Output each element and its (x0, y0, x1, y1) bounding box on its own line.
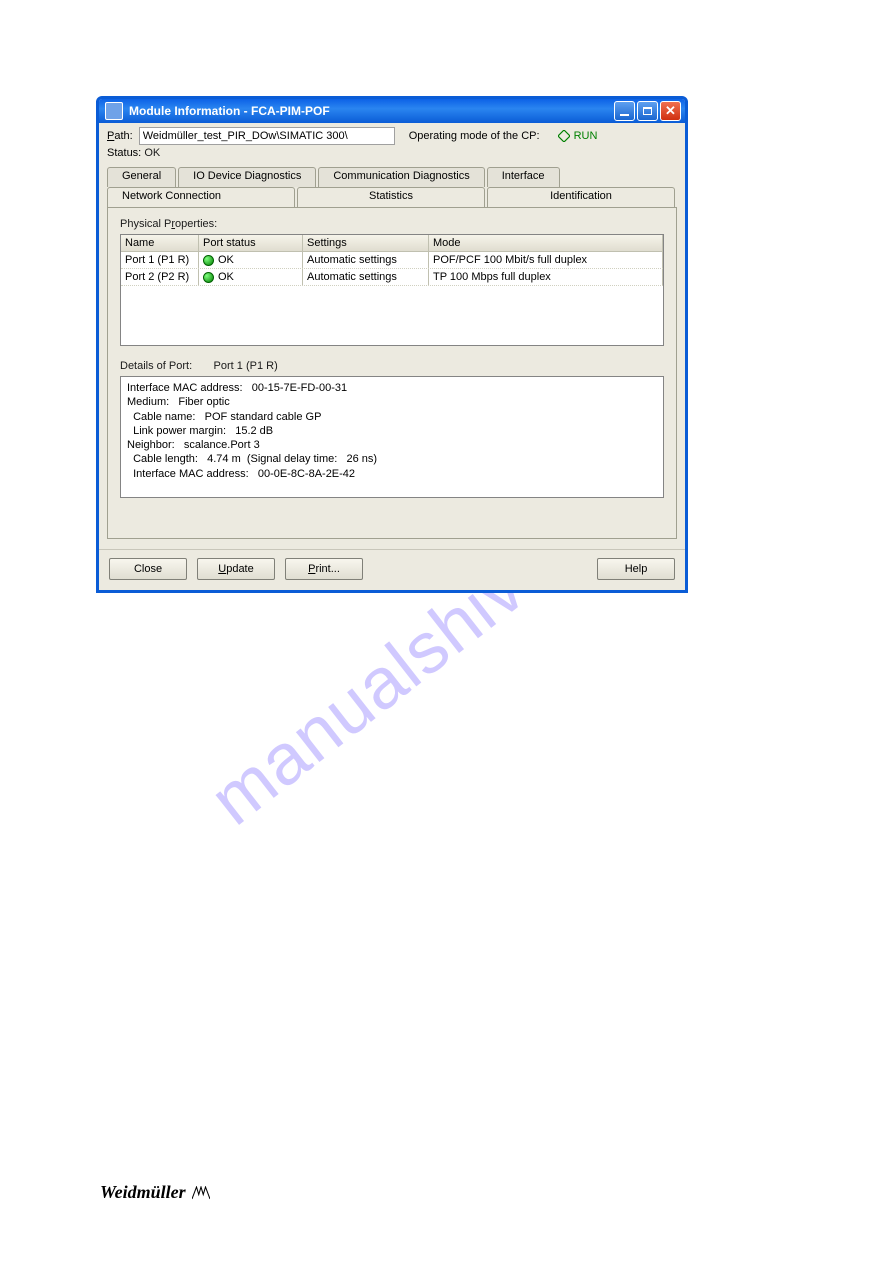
run-icon (558, 130, 570, 142)
cell-status-text: OK (218, 271, 234, 283)
button-bar: Close Update Print... Help (99, 549, 685, 590)
close-window-button[interactable]: ✕ (660, 101, 681, 121)
status-label: Status: (107, 147, 141, 159)
cell-mode: POF/PCF 100 Mbit/s full duplex (429, 252, 663, 268)
maximize-button[interactable] (637, 101, 658, 121)
weidmuller-logo-icon (192, 1186, 210, 1200)
tab-panel-network-connection: Physical Properties: Name Port status Se… (107, 207, 677, 539)
col-header-mode[interactable]: Mode (429, 235, 663, 251)
module-info-window: Module Information - FCA-PIM-POF ✕ Path:… (96, 96, 688, 593)
tab-interface[interactable]: Interface (487, 167, 560, 187)
close-button[interactable]: Close (109, 558, 187, 580)
app-icon (105, 102, 123, 120)
path-input[interactable] (139, 127, 395, 145)
col-header-name[interactable]: Name (121, 235, 199, 251)
cell-name: Port 1 (P1 R) (121, 252, 199, 268)
cell-mode: TP 100 Mbps full duplex (429, 269, 663, 285)
operating-mode-label: Operating mode of the CP: (409, 130, 540, 142)
table-row[interactable]: Port 1 (P1 R) OK Automatic settings POF/… (121, 252, 663, 269)
physical-properties-label: Physical Properties: (120, 218, 664, 230)
footer-brand: Weidmüller (100, 1182, 210, 1203)
cell-status-text: OK (218, 254, 234, 266)
minimize-button[interactable] (614, 101, 635, 121)
run-indicator: RUN (558, 130, 598, 142)
cell-status: OK (199, 252, 303, 268)
tab-network-connection[interactable]: Network Connection (107, 187, 295, 207)
run-text: RUN (574, 130, 598, 142)
table-row[interactable]: Port 2 (P2 R) OK Automatic settings TP 1… (121, 269, 663, 286)
status-ok-icon (203, 255, 214, 266)
col-header-status[interactable]: Port status (199, 235, 303, 251)
tab-statistics[interactable]: Statistics (297, 187, 485, 207)
cell-name: Port 2 (P2 R) (121, 269, 199, 285)
help-button[interactable]: Help (597, 558, 675, 580)
window-title: Module Information - FCA-PIM-POF (129, 104, 614, 118)
status-value: OK (144, 147, 160, 159)
details-of-port-label: Details of Port: Port 1 (P1 R) (120, 360, 664, 372)
print-button[interactable]: Print... (285, 558, 363, 580)
tab-io-device-diagnostics[interactable]: IO Device Diagnostics (178, 167, 316, 187)
col-header-settings[interactable]: Settings (303, 235, 429, 251)
tab-communication-diagnostics[interactable]: Communication Diagnostics (318, 167, 484, 187)
status-ok-icon (203, 272, 214, 283)
titlebar[interactable]: Module Information - FCA-PIM-POF ✕ (99, 99, 685, 123)
path-label: Path: (107, 130, 133, 142)
port-details-box[interactable]: Interface MAC address: 00-15-7E-FD-00-31… (120, 376, 664, 498)
cell-settings: Automatic settings (303, 252, 429, 268)
physical-properties-list[interactable]: Name Port status Settings Mode Port 1 (P… (120, 234, 664, 346)
cell-status: OK (199, 269, 303, 285)
tab-general[interactable]: General (107, 167, 176, 187)
update-button[interactable]: Update (197, 558, 275, 580)
tab-identification[interactable]: Identification (487, 187, 675, 207)
cell-settings: Automatic settings (303, 269, 429, 285)
list-header: Name Port status Settings Mode (121, 235, 663, 252)
